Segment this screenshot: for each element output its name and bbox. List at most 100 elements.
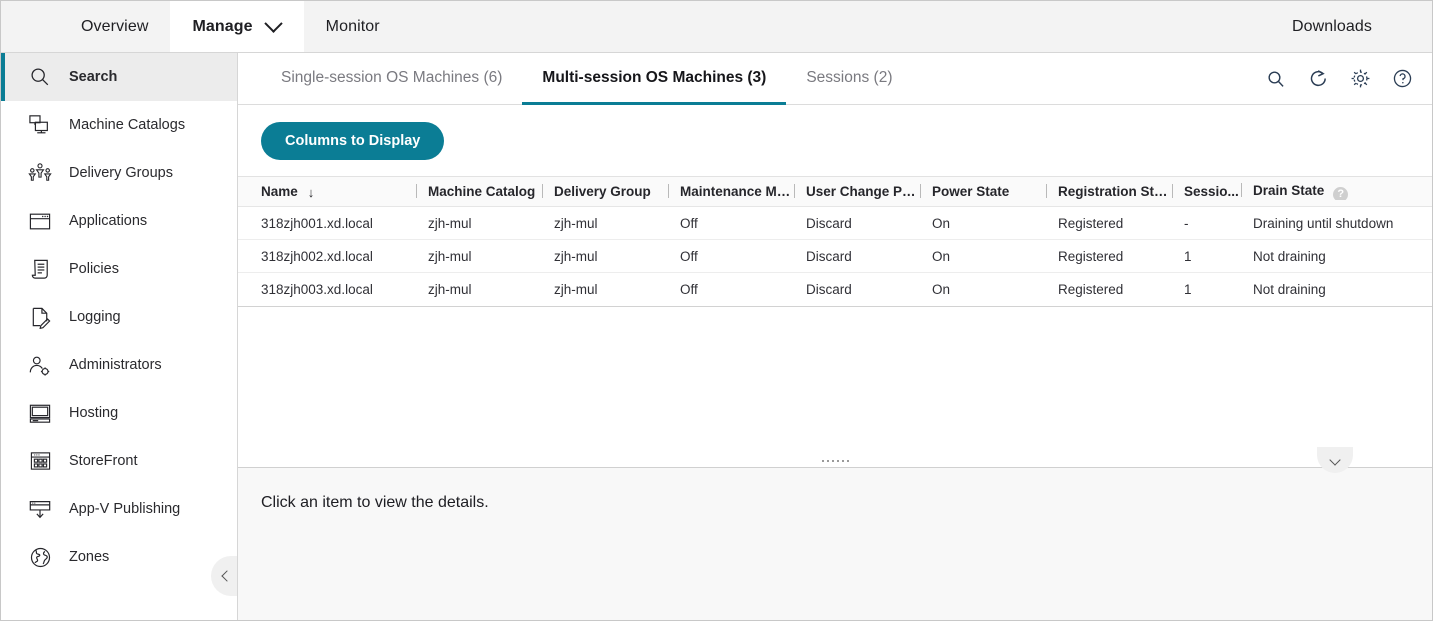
details-placeholder-text: Click an item to view the details. [261,494,489,511]
column-header-power-state[interactable]: Power State [920,184,1046,199]
sidebar-item-search[interactable]: Search [1,53,237,101]
column-header-label: Drain State [1253,183,1325,199]
table-row[interactable]: 318zjh001.xd.local zjh-mul zjh-mul Off D… [238,207,1432,240]
cell-delivery-group: zjh-mul [554,248,598,264]
sidebar-item-label: Logging [69,309,121,325]
column-header-drain-state[interactable]: Drain State? [1241,183,1432,200]
cell-name: 318zjh001.xd.local [261,215,373,231]
sidebar-item-policies[interactable]: Policies [1,245,237,293]
column-header-sessions[interactable]: Sessio... [1172,184,1241,199]
table-row[interactable]: 318zjh002.xd.local zjh-mul zjh-mul Off D… [238,240,1432,273]
sidebar-item-label: Machine Catalogs [69,117,186,133]
cell-drain-state: Not draining [1253,248,1326,264]
cell-power-state: On [932,282,951,297]
cell-sessions: 1 [1184,282,1192,297]
column-header-maintenance-mode[interactable]: Maintenance Mode [668,184,794,199]
cell-machine-catalog: zjh-mul [428,248,472,264]
search-icon [25,64,55,90]
top-nav-right: Downloads [1284,1,1432,52]
sidebar-item-label: Applications [69,213,148,229]
downloads-link[interactable]: Downloads [1284,18,1380,36]
cell-sessions: 1 [1184,248,1192,264]
cell-power-state: On [932,215,951,231]
cell-machine-catalog: zjh-mul [428,282,472,297]
top-nav-items: Overview Manage Monitor [59,1,402,52]
sidebar-item-app-v-publishing[interactable]: App-V Publishing [1,485,237,533]
administrators-icon [25,352,55,378]
applications-icon [25,208,55,234]
top-nav-manage-label: Manage [192,17,253,35]
top-nav-overview[interactable]: Overview [59,1,170,52]
chevron-down-icon [263,14,283,33]
logging-icon [25,304,55,330]
citrix-studio-window: Overview Manage Monitor Downloads Search… [0,0,1433,621]
cell-registration-state: Registered [1058,215,1124,231]
sidebar-item-machine-catalogs[interactable]: Machine Catalogs [1,101,237,149]
cell-machine-catalog: zjh-mul [428,215,472,231]
column-header-delivery-group[interactable]: Delivery Group [542,184,668,199]
cell-registration-state: Registered [1058,282,1124,297]
sidebar-item-label: Hosting [69,405,119,421]
chevron-left-icon [220,570,233,582]
top-navigation-bar: Overview Manage Monitor Downloads [1,1,1432,53]
cell-maintenance-mode: Off [680,248,698,264]
cell-maintenance-mode: Off [680,282,698,297]
cell-name: 318zjh003.xd.local [261,282,373,297]
table-empty-area [238,307,1432,454]
sidebar-item-delivery-groups[interactable]: Delivery Groups [1,149,237,197]
column-header-name[interactable]: Name ↓ [238,184,416,199]
sidebar-item-label: App-V Publishing [69,501,181,517]
sidebar-collapse-button[interactable] [211,556,237,596]
details-splitter-handle[interactable] [238,454,1432,468]
cell-sessions: - [1184,215,1189,231]
sort-descending-icon: ↓ [307,185,315,199]
sidebar-item-applications[interactable]: Applications [1,197,237,245]
sidebar-item-administrators[interactable]: Administrators [1,341,237,389]
help-icon[interactable] [1390,67,1414,91]
sidebar-item-label: StoreFront [69,453,138,469]
storefront-icon [25,448,55,474]
machines-table-wrapper: Name ↓ Machine Catalog Delivery Group Mai… [238,176,1432,454]
app-v-publishing-icon [25,496,55,522]
tab-sessions[interactable]: Sessions (2) [786,53,912,105]
sidebar-item-logging[interactable]: Logging [1,293,237,341]
cell-drain-state: Draining until shutdown [1253,215,1394,231]
column-header-machine-catalog[interactable]: Machine Catalog [416,184,542,199]
sidebar-item-storefront[interactable]: StoreFront [1,437,237,485]
chevron-down-icon [1329,454,1341,466]
help-icon[interactable]: ? [1333,186,1349,200]
cell-maintenance-mode: Off [680,215,698,231]
search-icon[interactable] [1264,67,1288,91]
columns-to-display-button[interactable]: Columns to Display [261,122,445,160]
sidebar-item-label: Search [69,69,118,85]
cell-user-change-persistence: Discard [806,215,852,231]
top-nav-monitor[interactable]: Monitor [304,1,402,52]
sidebar: Search Machine Catalogs Delivery Groups … [1,53,238,620]
zones-icon [25,544,55,570]
tab-label: Multi-session OS Machines (3) [542,68,767,86]
tab-single-session-os-machines[interactable]: Single-session OS Machines (6) [261,53,522,105]
refresh-icon[interactable] [1306,67,1330,91]
tab-multi-session-os-machines[interactable]: Multi-session OS Machines (3) [522,53,787,105]
sidebar-item-hosting[interactable]: Hosting [1,389,237,437]
sidebar-item-label: Delivery Groups [69,165,173,181]
sidebar-item-zones[interactable]: Zones [1,533,237,581]
details-panel: Click an item to view the details. [238,447,1432,620]
top-nav-monitor-label: Monitor [325,17,380,35]
tab-label: Sessions (2) [806,68,893,86]
machines-table: Name ↓ Machine Catalog Delivery Group Mai… [238,176,1432,307]
cell-user-change-persistence: Discard [806,248,852,264]
table-row[interactable]: 318zjh003.xd.local zjh-mul zjh-mul Off D… [238,273,1432,306]
delivery-groups-icon [25,160,55,186]
main-content: Single-session OS Machines (6) Multi-ses… [238,53,1432,620]
grip-dots-icon [821,459,849,462]
cell-name: 318zjh002.xd.local [261,248,373,264]
column-header-label: Name [261,184,298,199]
main-body: Search Machine Catalogs Delivery Groups … [1,53,1432,620]
column-header-user-change-persistence[interactable]: User Change Per... [794,184,920,199]
column-header-registration-state[interactable]: Registration State [1046,184,1172,199]
details-collapse-button[interactable] [1317,447,1353,473]
downloads-label: Downloads [1291,17,1372,35]
top-nav-manage[interactable]: Manage [170,1,304,52]
gear-icon[interactable] [1348,67,1372,91]
